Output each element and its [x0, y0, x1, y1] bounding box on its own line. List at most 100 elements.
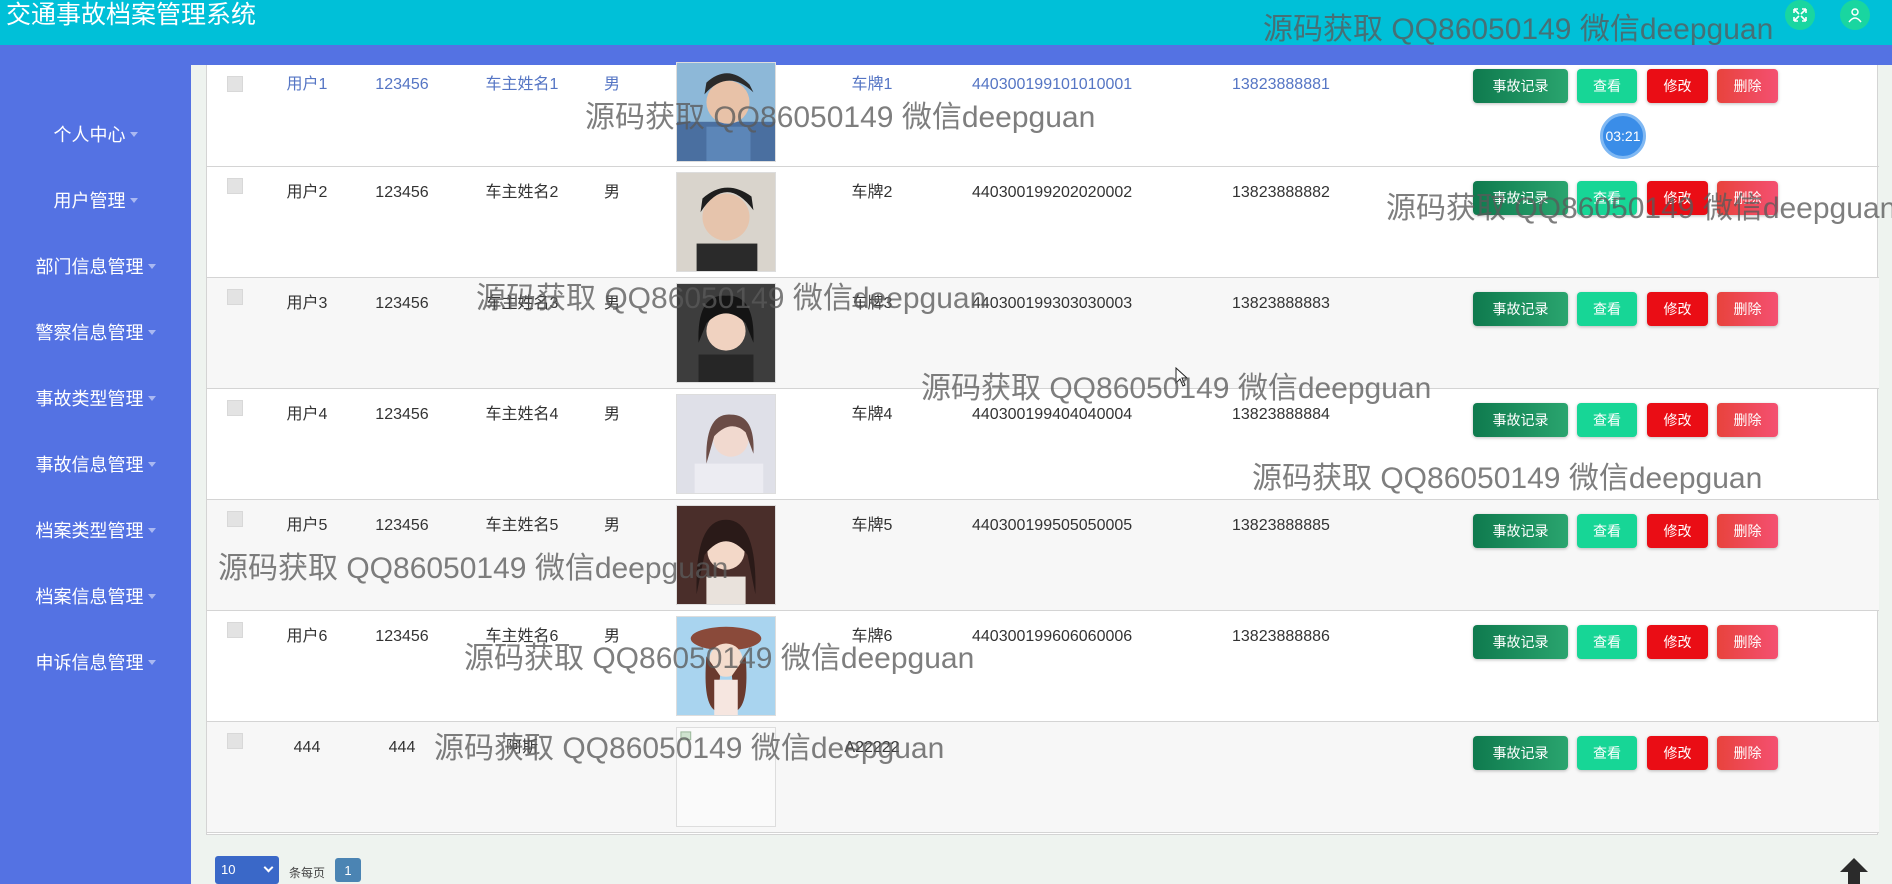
row-checkbox[interactable] — [227, 400, 243, 416]
cell-plate: 车牌3 — [851, 295, 893, 312]
accident-record-button[interactable]: 事故记录 — [1473, 625, 1568, 659]
row-checkbox[interactable] — [227, 289, 243, 305]
cell-id-number: 440300199303030003 — [972, 295, 1133, 312]
edit-button[interactable]: 修改 — [1647, 403, 1708, 437]
cell-id-number: 440300199101010001 — [972, 76, 1133, 93]
cell-owner-name: 车主姓名3 — [485, 295, 559, 312]
row-checkbox[interactable] — [227, 76, 243, 92]
row-checkbox[interactable] — [227, 511, 243, 527]
caret-down-icon — [147, 461, 156, 467]
accident-record-button[interactable]: 事故记录 — [1473, 69, 1568, 103]
cell-owner-name: 车主姓名4 — [485, 406, 559, 423]
edit-button[interactable]: 修改 — [1647, 736, 1708, 770]
sidebar-item-user-management[interactable]: 用户管理 — [0, 167, 191, 233]
cell-username: 用户5 — [286, 517, 328, 534]
edit-button[interactable]: 修改 — [1647, 625, 1708, 659]
arrow-up-icon[interactable] — [1836, 856, 1872, 884]
cell-plate: 车牌4 — [851, 406, 893, 423]
delete-button[interactable]: 删除 — [1717, 625, 1778, 659]
cell-password: 444 — [388, 739, 416, 756]
user-table: 用户1 123456 车主姓名1 男 车牌1 44030019910101000… — [206, 62, 1879, 835]
view-button[interactable]: 查看 — [1577, 625, 1637, 659]
cell-username: 用户6 — [286, 628, 328, 645]
view-button[interactable]: 查看 — [1577, 181, 1637, 215]
delete-button[interactable]: 删除 — [1717, 736, 1778, 770]
caret-down-icon — [147, 263, 156, 269]
cell-password: 123456 — [375, 517, 429, 534]
owner-photo — [676, 283, 776, 383]
caret-down-icon — [147, 527, 156, 533]
sidebar-item-label: 事故信息管理 — [35, 455, 144, 475]
cell-owner-name: 车主姓名1 — [485, 76, 559, 93]
owner-photo — [676, 616, 776, 716]
sidebar-item-department[interactable]: 部门信息管理 — [0, 233, 191, 299]
view-button[interactable]: 查看 — [1577, 69, 1637, 103]
edit-button[interactable]: 修改 — [1647, 292, 1708, 326]
accident-record-button[interactable]: 事故记录 — [1473, 514, 1568, 548]
cell-gender: 男 — [603, 295, 620, 312]
cell-phone: 13823888885 — [1232, 517, 1330, 534]
delete-button[interactable]: 删除 — [1717, 181, 1778, 215]
view-button[interactable]: 查看 — [1577, 736, 1637, 770]
view-button[interactable]: 查看 — [1577, 514, 1637, 548]
accident-record-button[interactable]: 事故记录 — [1473, 403, 1568, 437]
sidebar-item-appeal[interactable]: 申诉信息管理 — [0, 629, 191, 695]
cell-gender: 男 — [603, 76, 620, 93]
cell-username: 用户1 — [286, 76, 328, 93]
cell-gender: 男 — [603, 628, 620, 645]
owner-photo-broken — [676, 727, 776, 827]
cell-id-number: 440300199202020002 — [972, 184, 1133, 201]
cell-gender: 男 — [603, 184, 620, 201]
cell-gender: 男 — [603, 517, 620, 534]
row-checkbox[interactable] — [227, 733, 243, 749]
delete-button[interactable]: 删除 — [1717, 69, 1778, 103]
accident-record-button[interactable]: 事故记录 — [1473, 292, 1568, 326]
app-title: 交通事故档案管理系统 — [6, 1, 257, 29]
caret-down-icon — [147, 329, 156, 335]
view-button[interactable]: 查看 — [1577, 403, 1637, 437]
sidebar-item-label: 申诉信息管理 — [35, 653, 144, 673]
sidebar-item-archive-type[interactable]: 档案类型管理 — [0, 497, 191, 563]
mouse-cursor-icon — [1175, 366, 1189, 387]
cell-id-number: 440300199606060006 — [972, 628, 1133, 645]
top-bar: 交通事故档案管理系统 — [0, 0, 1892, 45]
row-checkbox[interactable] — [227, 178, 243, 194]
sidebar-item-label: 档案信息管理 — [35, 587, 144, 607]
fullscreen-icon[interactable] — [1785, 0, 1815, 30]
row-checkbox[interactable] — [227, 622, 243, 638]
delete-button[interactable]: 删除 — [1717, 403, 1778, 437]
sidebar-item-police[interactable]: 警察信息管理 — [0, 299, 191, 365]
delete-button[interactable]: 删除 — [1717, 292, 1778, 326]
sidebar-item-accident-type[interactable]: 事故类型管理 — [0, 365, 191, 431]
cell-plate: 车牌1 — [851, 76, 893, 93]
cell-password: 123456 — [375, 76, 429, 93]
sidebar-item-archive-info[interactable]: 档案信息管理 — [0, 563, 191, 629]
table-row: 用户3 123456 车主姓名3 男 车牌3 44030019930303000… — [207, 278, 1879, 389]
edit-button[interactable]: 修改 — [1647, 514, 1708, 548]
sidebar-item-accident-info[interactable]: 事故信息管理 — [0, 431, 191, 497]
cell-phone: 13823888881 — [1232, 76, 1330, 93]
page-number[interactable]: 1 — [335, 858, 362, 882]
delete-button[interactable]: 删除 — [1717, 514, 1778, 548]
cell-plate: 车牌6 — [851, 628, 893, 645]
page-size-select[interactable]: 10 — [215, 856, 279, 884]
owner-photo — [676, 172, 776, 272]
owner-photo — [676, 505, 776, 605]
cell-plate: 车牌2 — [851, 184, 893, 201]
cell-gender: 男 — [603, 406, 620, 423]
sidebar-item-personal-center[interactable]: 个人中心 — [0, 101, 191, 167]
user-icon[interactable] — [1840, 0, 1870, 30]
cell-password: 123456 — [375, 406, 429, 423]
accident-record-button[interactable]: 事故记录 — [1473, 181, 1568, 215]
owner-photo — [676, 394, 776, 494]
nav-strip — [0, 45, 1892, 65]
table-row: 用户5 123456 车主姓名5 男 车牌5 44030019950505000… — [207, 500, 1879, 611]
view-button[interactable]: 查看 — [1577, 292, 1637, 326]
cell-plate: 车牌5 — [851, 517, 893, 534]
cell-username: 用户2 — [286, 184, 328, 201]
edit-button[interactable]: 修改 — [1647, 69, 1708, 103]
edit-button[interactable]: 修改 — [1647, 181, 1708, 215]
sidebar-item-label: 警察信息管理 — [35, 323, 144, 343]
caret-down-icon — [129, 131, 138, 137]
accident-record-button[interactable]: 事故记录 — [1473, 736, 1568, 770]
